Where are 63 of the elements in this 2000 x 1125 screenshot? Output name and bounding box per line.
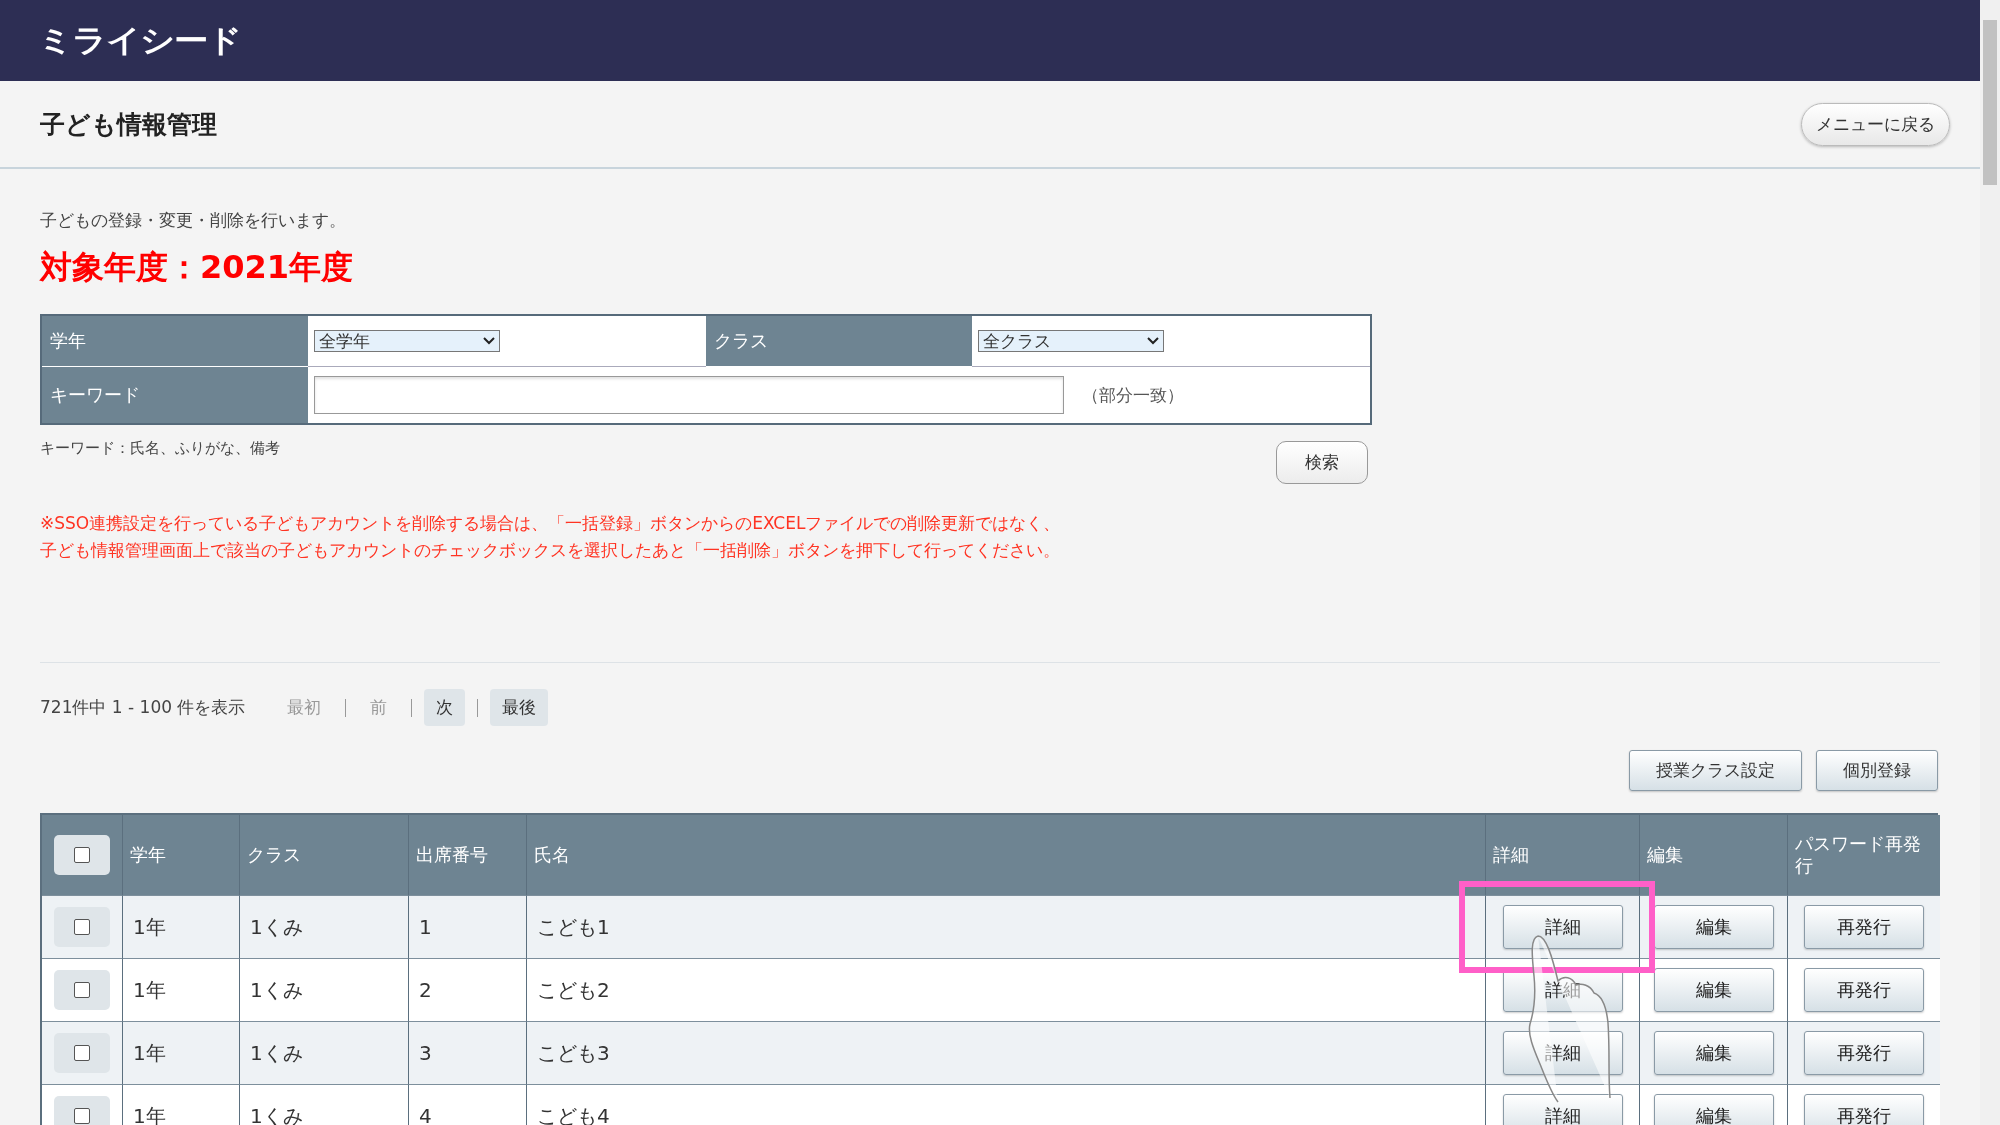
chevron-down-icon [483,337,495,345]
pagination-link[interactable]: 最後 [490,689,549,726]
search-button[interactable]: 検索 [1276,441,1368,484]
page-title: 子ども情報管理 [40,108,217,141]
edit-button[interactable]: 編集 [1653,1094,1774,1125]
table-cell: 1くみ [239,958,408,1021]
keyword-note: キーワード：氏名、ふりがな、備考 [40,439,280,458]
detail-button[interactable]: 詳細 [1502,1094,1623,1125]
checkbox[interactable] [54,1033,110,1073]
table-cell: 1年 [122,1084,239,1125]
edit-button[interactable]: 編集 [1653,905,1774,949]
column-header: パスワード再発行 [1787,815,1940,895]
column-header: 編集 [1639,815,1787,895]
table-cell: こども1 [526,895,1485,958]
reissue-button[interactable]: 再発行 [1804,905,1924,949]
table-cell: 1くみ [239,1021,408,1084]
reissue-button[interactable]: 再発行 [1804,1094,1924,1125]
table-cell: 2 [408,958,526,1021]
column-header: 詳細 [1485,815,1639,895]
class-select[interactable]: 全クラス [978,330,1164,352]
edit-button[interactable]: 編集 [1653,1031,1774,1075]
pagination-link[interactable]: 次 [424,689,466,726]
fiscal-year-heading: 対象年度：2021年度 [40,247,355,288]
table-cell: こども2 [526,958,1485,1021]
back-to-menu-button[interactable]: メニューに戻る [1801,102,1950,146]
table-cell: こども4 [526,1084,1485,1125]
scrollbar[interactable] [1980,0,2000,1125]
action-button[interactable]: 授業クラス設定 [1629,750,1802,791]
table-cell: 4 [408,1084,526,1125]
filter-label: クラス [706,316,972,367]
chevron-down-icon [1147,337,1159,345]
detail-button[interactable]: 詳細 [1502,905,1623,949]
filter-label: 学年 [42,316,308,367]
table-cell: 1年 [122,958,239,1021]
table-cell: こども3 [526,1021,1485,1084]
logo: ミライシード [38,20,241,60]
checkbox[interactable] [54,1096,110,1125]
column-header: 出席番号 [408,815,526,895]
keyword-hint: （部分一致） [1082,383,1184,407]
checkbox[interactable] [54,907,110,947]
checkbox[interactable] [54,970,110,1010]
table-cell: 1くみ [239,895,408,958]
edit-button[interactable]: 編集 [1653,968,1774,1012]
column-header: 学年 [122,815,239,895]
table-cell: 3 [408,1021,526,1084]
table-cell: 1 [408,895,526,958]
warning-notice: 子ども情報管理画面上で該当の子どもアカウントのチェックボックスを選択したあと「一括削除」ボタンを押下して行ってください。 [40,539,1061,562]
action-button[interactable]: 個別登録 [1816,750,1938,791]
checkbox[interactable] [54,835,110,875]
detail-button[interactable]: 詳細 [1502,1031,1623,1075]
table-cell: 1年 [122,895,239,958]
grade-select[interactable]: 全学年 [314,330,500,352]
column-header: 氏名 [526,815,1485,895]
table-cell: 1くみ [239,1084,408,1125]
filter-label: キーワード [42,367,308,423]
reissue-button[interactable]: 再発行 [1804,1031,1924,1075]
keyword-field[interactable] [314,376,1064,414]
reissue-button[interactable]: 再発行 [1804,968,1924,1012]
warning-notice: ※SSO連携設定を行っている子どもアカウントを削除する場合は、「一括登録」ボタンからのEXCELファイルでの削除更新ではなく、 [40,512,1062,535]
column-header: クラス [239,815,408,895]
result-count: 721件中 1 - 100 件を表示 [40,696,246,719]
description: 子どもの登録・変更・削除を行います。 [40,209,347,232]
table-cell: 1年 [122,1021,239,1084]
